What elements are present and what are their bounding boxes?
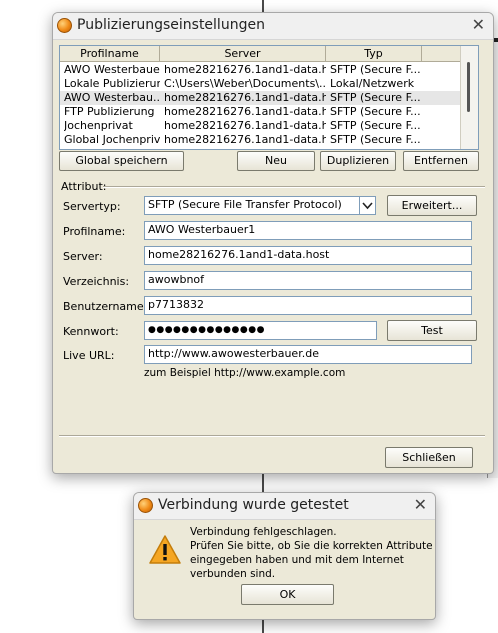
table-row[interactable]: AWO Westerbauer home28216276.1and1-data.h… [60,63,460,77]
table-cell: SFTP (Secure F... [330,133,421,146]
message-titlebar[interactable]: Verbindung wurde getestet ✕ [134,493,435,520]
close-button[interactable]: Schließen [385,447,473,468]
directory-field[interactable]: awowbnof [144,271,472,290]
message-line: Prüfen Sie bitte, ob Sie die korrekten A… [190,540,433,552]
live-url-label: Live URL: [63,349,115,362]
table-row[interactable]: AWO Westerbau... home28216276.1and1-data.… [60,91,460,105]
table-cell: AWO Westerbau... [64,91,160,104]
column-header-profilename[interactable]: Profilname [60,46,160,61]
live-url-field[interactable]: http://www.awowesterbauer.de [144,345,472,364]
message-line: Verbindung fehlgeschlagen. [190,526,337,538]
servertype-select[interactable]: SFTP (Secure File Transfer Protocol) [144,196,376,215]
bottom-separator [59,435,485,437]
ok-button[interactable]: OK [241,584,334,605]
attribute-group-label: Attribut: [61,180,107,193]
global-save-button[interactable]: Global speichern [59,151,184,171]
list-header: Profilname Server Typ [60,46,478,62]
table-row[interactable]: Lokale Publizierung C:\Users\Weber\Docume… [60,77,460,91]
remove-button[interactable]: Entfernen [403,151,479,171]
table-cell: home28216276.1and1-data.h... [164,105,326,118]
message-title: Verbindung wurde getestet [158,497,349,513]
password-label: Kennwort: [63,325,119,338]
servertype-value: SFTP (Secure File Transfer Protocol) [148,198,342,211]
table-cell: home28216276.1and1-data.h... [164,133,326,146]
table-cell: SFTP (Secure F... [330,105,421,118]
password-field[interactable]: ●●●●●●●●●●●●●● [144,321,377,340]
directory-label: Verzeichnis: [63,275,130,288]
table-cell: AWO Westerbauer [64,63,160,76]
table-cell: home28216276.1and1-data.h... [164,63,326,76]
close-icon[interactable]: ✕ [472,16,485,34]
message-line: verbunden sind. [190,568,276,580]
app-logo-icon [57,18,72,33]
username-field[interactable]: p7713832 [144,296,472,315]
column-header-type[interactable]: Typ [326,46,422,61]
duplicate-button[interactable]: Duplizieren [320,151,396,171]
background-divider-mid [262,472,264,492]
profile-field[interactable]: AWO Westerbauer1 [144,221,472,240]
table-cell: Global Jochenprivat [64,133,160,146]
publish-settings-dialog: Publizierungseinstellungen ✕ Profilname … [52,12,494,474]
chevron-down-icon [362,202,373,210]
table-cell: SFTP (Secure F... [330,63,421,76]
username-label: Benutzername: [63,300,148,313]
server-label: Server: [63,250,103,263]
table-cell: SFTP (Secure F... [330,119,421,132]
app-logo-icon [138,498,153,513]
dialog-titlebar[interactable]: Publizierungseinstellungen ✕ [53,13,493,40]
table-row[interactable]: Global Jochenprivat home28216276.1and1-da… [60,133,460,147]
list-scrollbar-thumb[interactable] [467,62,470,112]
close-icon[interactable]: ✕ [414,496,427,514]
profile-label: Profilname: [63,225,126,238]
servertype-label: Servertyp: [63,200,121,213]
test-button[interactable]: Test [387,320,477,341]
table-cell: C:\Users\Weber\Documents\... [164,77,326,90]
message-text: Verbindung fehlgeschlagen. Prüfen Sie bi… [190,525,433,581]
advanced-button[interactable]: Erweitert... [387,195,477,216]
table-cell: home28216276.1and1-data.h... [164,91,326,104]
table-row[interactable]: Jochenprivat home28216276.1and1-data.h...… [60,119,460,133]
dropdown-arrow[interactable] [359,197,375,214]
background-divider-bottom [262,618,264,633]
table-row[interactable]: FTP Publizierung home28216276.1and1-data.… [60,105,460,119]
table-cell: SFTP (Secure F... [330,91,421,104]
dialog-title: Publizierungseinstellungen [77,17,265,33]
table-cell: home28216276.1and1-data.h... [164,119,326,132]
table-cell: Lokal/Netzwerk [330,77,415,90]
table-cell: FTP Publizierung [64,105,155,118]
attribute-group-line [103,186,485,188]
message-line: eingegeben haben und mit dem Internet [190,554,404,566]
example-hint: zum Beispiel http://www.example.com [144,367,346,379]
new-button[interactable]: Neu [237,151,315,171]
warning-icon [148,534,182,566]
table-cell: Lokale Publizierung [64,77,160,90]
table-cell: Jochenprivat [64,119,133,132]
list-scrollbar[interactable] [460,46,478,149]
server-field[interactable]: home28216276.1and1-data.host [144,246,472,265]
connection-test-dialog: Verbindung wurde getestet ✕ Verbindung f… [133,492,436,620]
column-header-server[interactable]: Server [160,46,326,61]
profile-list[interactable]: Profilname Server Typ AWO Westerbauer hom… [59,45,479,150]
